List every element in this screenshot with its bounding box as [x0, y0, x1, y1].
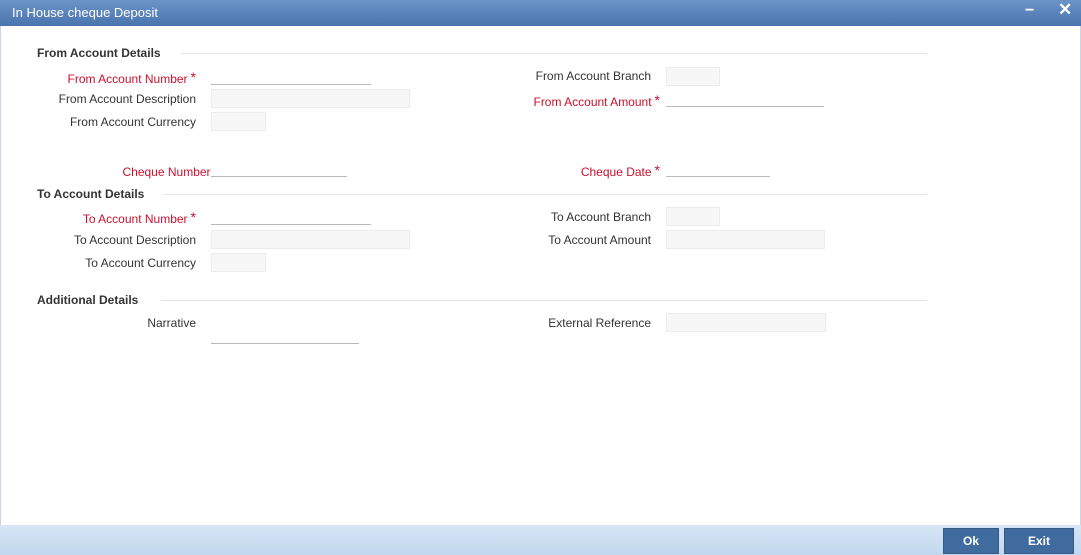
close-icon[interactable]: ✕	[1058, 0, 1072, 20]
cheque-number-label: Cheque Number*	[122, 162, 219, 179]
window-titlebar: In House cheque Deposit − ✕	[0, 0, 1081, 26]
cheque-date-label: Cheque Date *	[581, 162, 660, 179]
to-account-branch-field[interactable]	[666, 207, 720, 226]
to-account-section-title: To Account Details	[37, 187, 145, 201]
section-divider	[163, 194, 927, 195]
section-divider	[161, 300, 927, 301]
to-account-description-field[interactable]	[211, 230, 410, 249]
required-marker: *	[654, 92, 660, 108]
footer-bar: Ok Exit	[0, 525, 1081, 555]
from-account-amount-label-text: From Account Amount	[533, 95, 652, 109]
window-title: In House cheque Deposit	[12, 5, 158, 20]
from-account-amount-input[interactable]	[666, 89, 824, 107]
from-account-number-label-text: From Account Number	[67, 72, 188, 86]
additional-details-section-title: Additional Details	[37, 293, 139, 307]
from-account-branch-label: From Account Branch	[535, 69, 651, 83]
from-account-amount-label: From Account Amount *	[533, 92, 660, 109]
from-account-branch-field[interactable]	[666, 67, 720, 86]
to-account-number-label: To Account Number *	[83, 209, 196, 226]
external-reference-field[interactable]	[666, 313, 826, 332]
exit-button[interactable]: Exit	[1004, 528, 1074, 554]
required-marker: *	[654, 162, 660, 178]
narrative-input[interactable]	[211, 326, 359, 344]
from-account-currency-label: From Account Currency	[69, 115, 196, 129]
to-account-number-input[interactable]	[211, 207, 371, 225]
form-body: From Account Details From Account Number…	[0, 26, 1081, 525]
to-account-branch-label: To Account Branch	[550, 210, 651, 224]
to-account-currency-field[interactable]	[211, 253, 266, 272]
cheque-date-input[interactable]	[666, 159, 770, 177]
to-account-description-label: To Account Description	[73, 233, 196, 247]
to-account-currency-label: To Account Currency	[85, 256, 196, 270]
required-marker: *	[190, 69, 196, 85]
from-account-number-label: From Account Number *	[68, 69, 197, 86]
from-account-number-input[interactable]	[211, 67, 371, 85]
required-marker: *	[190, 209, 196, 225]
cheque-date-label-text: Cheque Date	[580, 165, 652, 179]
to-account-number-label-text: To Account Number	[82, 212, 188, 226]
minimize-icon[interactable]: −	[1025, 2, 1034, 20]
cheque-number-input[interactable]	[211, 159, 347, 177]
from-account-description-field[interactable]	[211, 89, 410, 108]
ok-button[interactable]: Ok	[943, 528, 999, 554]
from-account-description-label: From Account Description	[58, 92, 196, 106]
from-account-currency-field[interactable]	[211, 112, 266, 131]
external-reference-label: External Reference	[548, 316, 651, 330]
narrative-label: Narrative	[147, 316, 196, 330]
section-divider	[181, 53, 927, 54]
to-account-amount-label: To Account Amount	[548, 233, 651, 247]
cheque-number-label-text: Cheque Number	[122, 165, 211, 179]
from-account-section-title: From Account Details	[37, 46, 161, 60]
to-account-amount-field[interactable]	[666, 230, 825, 249]
